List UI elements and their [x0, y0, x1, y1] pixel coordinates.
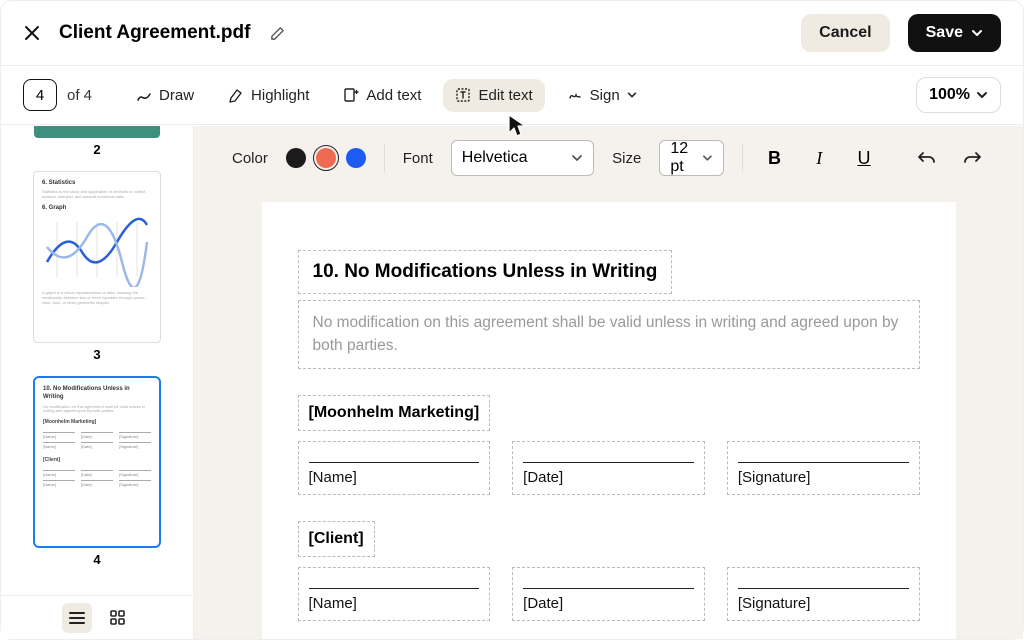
save-button[interactable]: Save [908, 14, 1001, 52]
draw-icon [136, 87, 152, 103]
draw-tool[interactable]: Draw [124, 79, 206, 112]
page-label-2: 2 [31, 142, 163, 157]
edit-text-icon [455, 87, 471, 103]
cancel-button[interactable]: Cancel [801, 14, 889, 52]
editable-signature-field[interactable]: [Signature] [727, 441, 920, 495]
font-label: Font [403, 150, 433, 167]
size-select[interactable]: 12 pt [659, 140, 724, 176]
undo-button[interactable] [913, 143, 940, 173]
thumbnail-page-2-peek[interactable] [34, 126, 160, 138]
color-swatch-orange[interactable] [316, 148, 336, 168]
italic-button[interactable]: I [806, 143, 833, 173]
bold-button[interactable]: B [761, 143, 788, 173]
add-text-icon [343, 87, 359, 103]
editable-party-2[interactable]: [Client] [298, 521, 375, 557]
highlight-tool[interactable]: Highlight [216, 79, 321, 112]
divider [742, 144, 743, 172]
editable-date-field[interactable]: [Date] [512, 567, 705, 621]
editable-paragraph[interactable]: No modification on this agreement shall … [298, 300, 920, 369]
editable-heading[interactable]: 10. No Modifications Unless in Writing [298, 250, 673, 294]
thumbnail-page-3[interactable]: 6. Statistics Statistics is the study an… [33, 171, 161, 343]
redo-button[interactable] [958, 143, 985, 173]
document-title: Client Agreement.pdf [59, 22, 250, 44]
chevron-down-icon [627, 90, 637, 100]
page-count-label: of 4 [67, 87, 92, 104]
page-number-input[interactable] [23, 79, 57, 111]
editable-date-field[interactable]: [Date] [512, 441, 705, 495]
chart-thumbnail [42, 217, 152, 287]
close-icon[interactable] [23, 24, 41, 42]
chevron-down-icon [971, 27, 983, 39]
editable-name-field[interactable]: [Name] [298, 441, 491, 495]
chevron-down-icon [571, 152, 583, 164]
view-list-button[interactable] [62, 603, 92, 633]
page-label-4: 4 [31, 552, 163, 567]
save-label: Save [926, 24, 963, 42]
size-label: Size [612, 150, 641, 167]
thumbnail-page-4[interactable]: 10. No Modifications Unless in Writing N… [33, 376, 161, 548]
color-swatch-black[interactable] [286, 148, 306, 168]
edit-text-tool[interactable]: Edit text [443, 79, 544, 112]
chevron-down-icon [976, 89, 988, 101]
zoom-select[interactable]: 100% [916, 77, 1001, 113]
color-swatch-blue[interactable] [346, 148, 366, 168]
add-text-tool[interactable]: Add text [331, 79, 433, 112]
editable-name-field[interactable]: [Name] [298, 567, 491, 621]
rename-icon[interactable] [268, 24, 286, 42]
font-select[interactable]: Helvetica [451, 140, 594, 176]
chevron-down-icon [702, 152, 713, 164]
highlight-icon [228, 87, 244, 103]
editable-signature-field[interactable]: [Signature] [727, 567, 920, 621]
underline-button[interactable]: U [851, 143, 878, 173]
sign-icon [567, 87, 583, 103]
view-grid-button[interactable] [102, 603, 132, 633]
page-label-3: 3 [31, 347, 163, 362]
sign-tool[interactable]: Sign [555, 79, 649, 112]
editable-party-1[interactable]: [Moonhelm Marketing] [298, 395, 491, 431]
color-label: Color [232, 150, 268, 167]
divider [384, 144, 385, 172]
document-page[interactable]: 10. No Modifications Unless in Writing N… [262, 202, 956, 639]
